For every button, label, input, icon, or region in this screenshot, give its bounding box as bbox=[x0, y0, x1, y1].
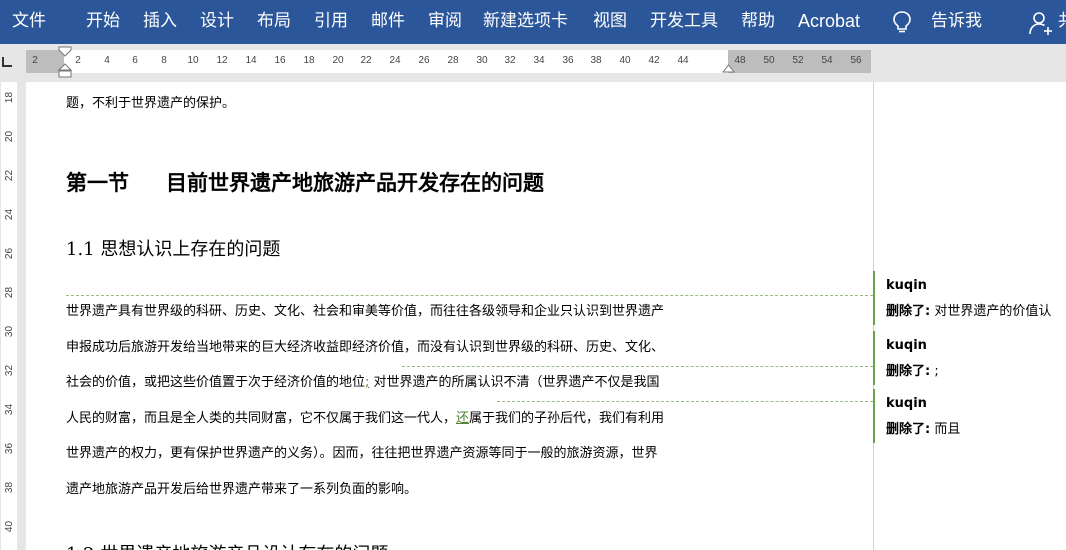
text-run: 社会的价值，或把这些价值置于次于经济价值的地位 bbox=[66, 375, 366, 390]
comment-text[interactable]: 删除了: 对世界遗产的价值认 bbox=[886, 300, 1051, 319]
vruler-number: 26 bbox=[4, 247, 16, 260]
comment-content: 而且 bbox=[934, 422, 961, 437]
comment-connector bbox=[497, 401, 873, 402]
vruler-number: 38 bbox=[4, 481, 16, 494]
tab-view[interactable]: 视图 bbox=[593, 0, 627, 44]
vertical-ruler-track: 18 20 22 24 26 28 30 32 34 36 38 40 bbox=[1, 82, 17, 550]
comment-text[interactable]: 删除了: ; bbox=[886, 360, 939, 379]
balloon-bar bbox=[873, 389, 875, 443]
ruler-number: 42 bbox=[648, 55, 660, 66]
ruler-number: 56 bbox=[850, 55, 862, 66]
heading1-title[interactable]: 目前世界遗产地旅游产品开发存在的问题 bbox=[166, 167, 544, 197]
text-run: 属于我们的子孙后代，我们有利用 bbox=[469, 411, 665, 426]
text-run: 人民的财富，而且是全人类的共同财富，它不仅属于我们这一代人， bbox=[66, 411, 457, 426]
vruler-number: 20 bbox=[4, 130, 16, 143]
vruler-number: 28 bbox=[4, 286, 16, 299]
tab-help[interactable]: 帮助 bbox=[741, 0, 775, 44]
comment-content: ; bbox=[934, 364, 939, 379]
tab-insert[interactable]: 插入 bbox=[143, 0, 177, 44]
ruler-number: 6 bbox=[132, 55, 138, 66]
ruler-number: 12 bbox=[216, 55, 228, 66]
ruler-number: 18 bbox=[303, 55, 315, 66]
horizontal-ruler[interactable]: 2 2 4 6 8 10 12 14 16 18 20 22 24 26 28 30 32 34 36 38 40 42… bbox=[26, 50, 871, 73]
tab-share[interactable]: 共 bbox=[1058, 0, 1066, 44]
tab-acrobat[interactable]: Acrobat bbox=[798, 0, 860, 44]
balloon-bar bbox=[873, 331, 875, 385]
document-line[interactable]: 世界遗产的权力，更有保护世界遗产的义务）。因而，往往把世界遗产资源等同于一般的旅… bbox=[66, 442, 658, 461]
ruler-number: 44 bbox=[677, 55, 689, 66]
comment-connector bbox=[66, 295, 873, 296]
tab-selector-icon[interactable] bbox=[0, 55, 14, 69]
lightbulb-icon[interactable] bbox=[891, 10, 913, 34]
ruler-number: 52 bbox=[792, 55, 804, 66]
tell-me-search[interactable]: 告诉我 bbox=[931, 0, 982, 44]
tab-home[interactable]: 开始 bbox=[86, 0, 120, 44]
text-run: 对世界遗产的所属认识不清（世界遗产不仅是我国 bbox=[369, 375, 660, 390]
ruler-number: 32 bbox=[504, 55, 516, 66]
ruler-number: 20 bbox=[332, 55, 344, 66]
vruler-number: 32 bbox=[4, 364, 16, 377]
comment-content: 对世界遗产的价值认 bbox=[934, 304, 1052, 319]
user-add-icon[interactable] bbox=[1028, 10, 1054, 36]
right-indent-icon[interactable] bbox=[722, 64, 735, 74]
document-line[interactable]: 遗产地旅游产品开发后给世界遗产带来了一系列负面的影响。 bbox=[66, 478, 417, 497]
vruler-number: 30 bbox=[4, 325, 16, 338]
next-heading-clip: 1.2 世界遗产地旅游产品设计存在的问题 bbox=[66, 540, 466, 550]
document-line[interactable]: 社会的价值，或把这些价值置于次于经济价值的地位; 对世界遗产的所属认识不清（世界… bbox=[66, 371, 660, 390]
ruler-number: 22 bbox=[360, 55, 372, 66]
vruler-number: 36 bbox=[4, 442, 16, 455]
ruler-number: 30 bbox=[476, 55, 488, 66]
document-line[interactable]: 题，不利于世界遗产的保护。 bbox=[66, 92, 235, 111]
heading2-partial[interactable]: 1.2 世界遗产地旅游产品设计存在的问题 bbox=[66, 540, 388, 550]
ribbon-tab-bar: 文件 开始 插入 设计 布局 引用 邮件 审阅 新建选项卡 视图 开发工具 帮助… bbox=[0, 0, 1066, 44]
tab-new-tab[interactable]: 新建选项卡 bbox=[483, 0, 568, 44]
vruler-number: 18 bbox=[4, 91, 16, 104]
ruler-number: 4 bbox=[104, 55, 110, 66]
tab-review[interactable]: 审阅 bbox=[428, 0, 462, 44]
ruler-number: 8 bbox=[161, 55, 167, 66]
indent-markers-icon[interactable] bbox=[58, 46, 72, 78]
tab-file[interactable]: 文件 bbox=[12, 0, 46, 44]
balloon-bar bbox=[873, 271, 875, 325]
ruler-number: 36 bbox=[562, 55, 574, 66]
ruler-number: 24 bbox=[389, 55, 401, 66]
ruler-number: 28 bbox=[447, 55, 459, 66]
inserted-text: 还 bbox=[456, 411, 470, 426]
comment-author: kuqin bbox=[886, 396, 927, 411]
ruler-number: 54 bbox=[821, 55, 833, 66]
comment-label: 删除了: bbox=[886, 304, 931, 319]
tab-mailings[interactable]: 邮件 bbox=[371, 0, 405, 44]
vruler-number: 40 bbox=[4, 520, 16, 533]
ruler-number: 26 bbox=[418, 55, 430, 66]
tab-developer[interactable]: 开发工具 bbox=[650, 0, 718, 44]
ruler-number: 38 bbox=[590, 55, 602, 66]
document-line[interactable]: 人民的财富，而且是全人类的共同财富，它不仅属于我们这一代人，还属于我们的子孙后代… bbox=[66, 407, 664, 426]
heading2[interactable]: 1.1 思想认识上存在的问题 bbox=[66, 235, 280, 261]
comment-author: kuqin bbox=[886, 278, 927, 293]
ruler-number: 14 bbox=[245, 55, 257, 66]
ruler-number: 34 bbox=[533, 55, 545, 66]
heading1-number[interactable]: 第一节 bbox=[66, 167, 129, 197]
tab-layout[interactable]: 布局 bbox=[257, 0, 291, 44]
ruler-number: 2 bbox=[32, 55, 38, 66]
document-line[interactable]: 申报成功后旅游开发给当地带来的巨大经济收益即经济价值，而没有认识到世界级的科研、… bbox=[66, 336, 664, 355]
ruler-number: 16 bbox=[274, 55, 286, 66]
document-line[interactable]: 世界遗产具有世界级的科研、历史、文化、社会和审美等价值，而往往各级领导和企业只认… bbox=[66, 300, 664, 319]
vertical-ruler[interactable]: 18 20 22 24 26 28 30 32 34 36 38 40 bbox=[0, 82, 18, 550]
vruler-number: 34 bbox=[4, 403, 16, 416]
ruler-number: 40 bbox=[619, 55, 631, 66]
comment-label: 删除了: bbox=[886, 422, 931, 437]
comment-connector bbox=[402, 366, 873, 367]
tab-design[interactable]: 设计 bbox=[200, 0, 234, 44]
vruler-number: 24 bbox=[4, 208, 16, 221]
tab-references[interactable]: 引用 bbox=[314, 0, 348, 44]
ruler-number: 50 bbox=[763, 55, 775, 66]
vruler-number: 22 bbox=[4, 169, 16, 182]
comment-author: kuqin bbox=[886, 338, 927, 353]
ruler-number: 10 bbox=[187, 55, 199, 66]
comment-text[interactable]: 删除了: 而且 bbox=[886, 418, 960, 437]
comment-label: 删除了: bbox=[886, 364, 931, 379]
